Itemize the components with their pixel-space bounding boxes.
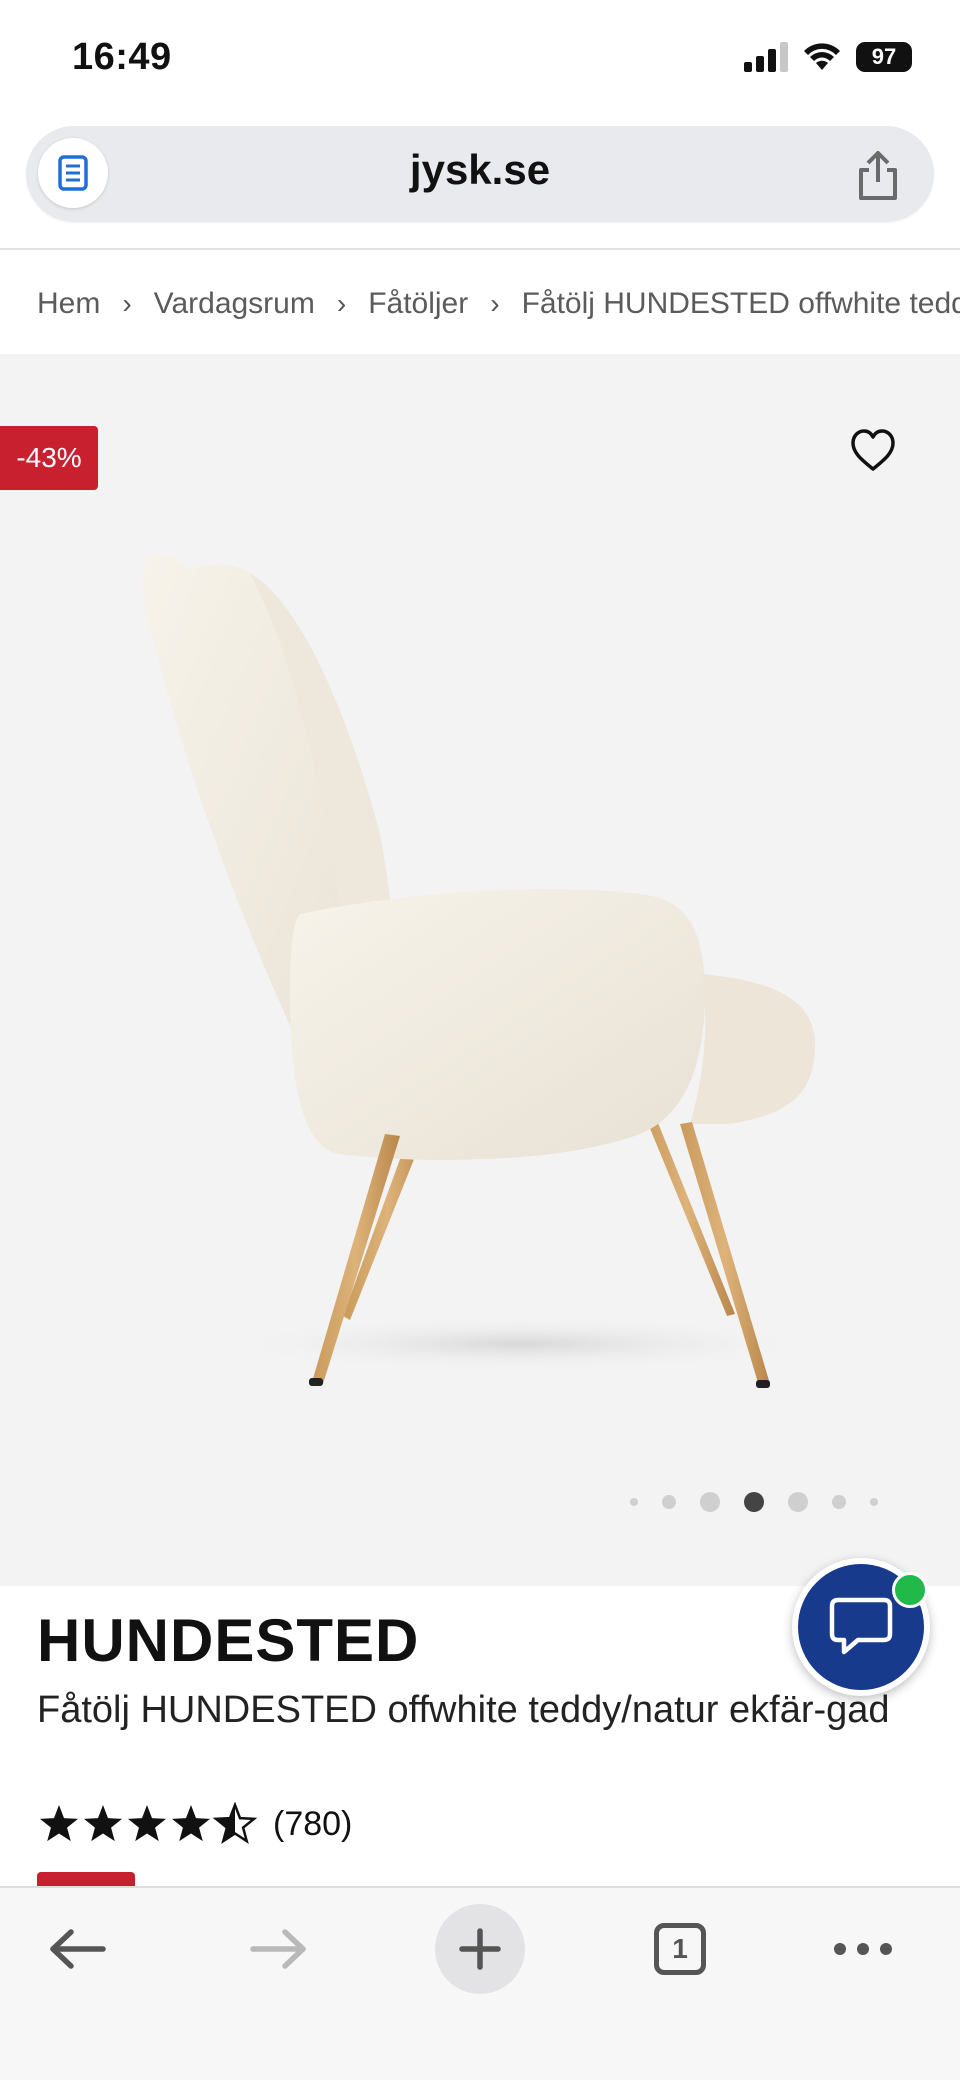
battery-icon: 97 (856, 42, 912, 72)
star-full (83, 1805, 123, 1842)
back-icon (50, 1929, 106, 1969)
share-button[interactable] (846, 144, 910, 208)
review-count[interactable]: (780) (273, 1805, 352, 1844)
breadcrumb-item-fatoljer[interactable]: Fåtöljer (368, 287, 468, 321)
share-icon (859, 151, 897, 200)
product-image-gallery[interactable] (0, 354, 960, 1586)
discount-badge: -43% (0, 426, 98, 490)
chevron-right-icon: › (490, 288, 500, 319)
star-full (171, 1805, 211, 1842)
new-tab-button[interactable] (435, 1904, 525, 1994)
status-time: 16:49 (72, 36, 172, 78)
more-button[interactable] (818, 1904, 908, 1994)
favorite-button[interactable] (848, 426, 898, 476)
gallery-dot[interactable] (788, 1492, 808, 1512)
online-indicator (892, 1572, 928, 1608)
product-rating[interactable]: (780) (37, 1802, 352, 1846)
star-full (39, 1805, 79, 1842)
heart-icon (851, 429, 895, 471)
gallery-dot[interactable] (700, 1492, 720, 1512)
breadcrumb-item-home[interactable]: Hem (37, 287, 100, 321)
product-name: HUNDESTED (37, 1607, 420, 1674)
chevron-right-icon: › (336, 288, 347, 319)
gallery-dot[interactable] (662, 1495, 676, 1509)
forward-button[interactable] (234, 1904, 324, 1994)
tabs-icon: 1 (654, 1923, 706, 1975)
breadcrumb: Hem › Vardagsrum › Fåtöljer › Fåtölj HUN… (37, 280, 960, 328)
gallery-dot-active[interactable] (744, 1492, 764, 1512)
product-image-armchair (142, 554, 820, 1388)
status-icons: 97 (744, 42, 912, 72)
plus-icon (459, 1928, 501, 1970)
product-description: Fåtölj HUNDESTED offwhite teddy/natur ek… (37, 1689, 890, 1731)
signal-icon (744, 42, 788, 72)
breadcrumb-item-vardagsrum[interactable]: Vardagsrum (154, 287, 315, 321)
gallery-dot[interactable] (870, 1498, 878, 1506)
breadcrumb-item-current: Fåtölj HUNDESTED offwhite teddy/natur ek… (521, 287, 960, 320)
gallery-dot[interactable] (630, 1498, 638, 1506)
wifi-icon (804, 43, 840, 70)
tabs-button[interactable]: 1 (635, 1904, 725, 1994)
chat-bubble-icon (829, 1597, 893, 1655)
header-divider (0, 248, 960, 250)
gallery-dot[interactable] (832, 1495, 846, 1509)
chevron-right-icon: › (122, 288, 132, 319)
url-text[interactable]: jysk.se (0, 146, 960, 194)
gallery-pagination (630, 1492, 878, 1512)
back-button[interactable] (32, 1904, 122, 1994)
more-icon (834, 1943, 892, 1955)
star-full (127, 1805, 167, 1842)
star-rating-icon (39, 1802, 257, 1845)
forward-icon (250, 1929, 306, 1969)
